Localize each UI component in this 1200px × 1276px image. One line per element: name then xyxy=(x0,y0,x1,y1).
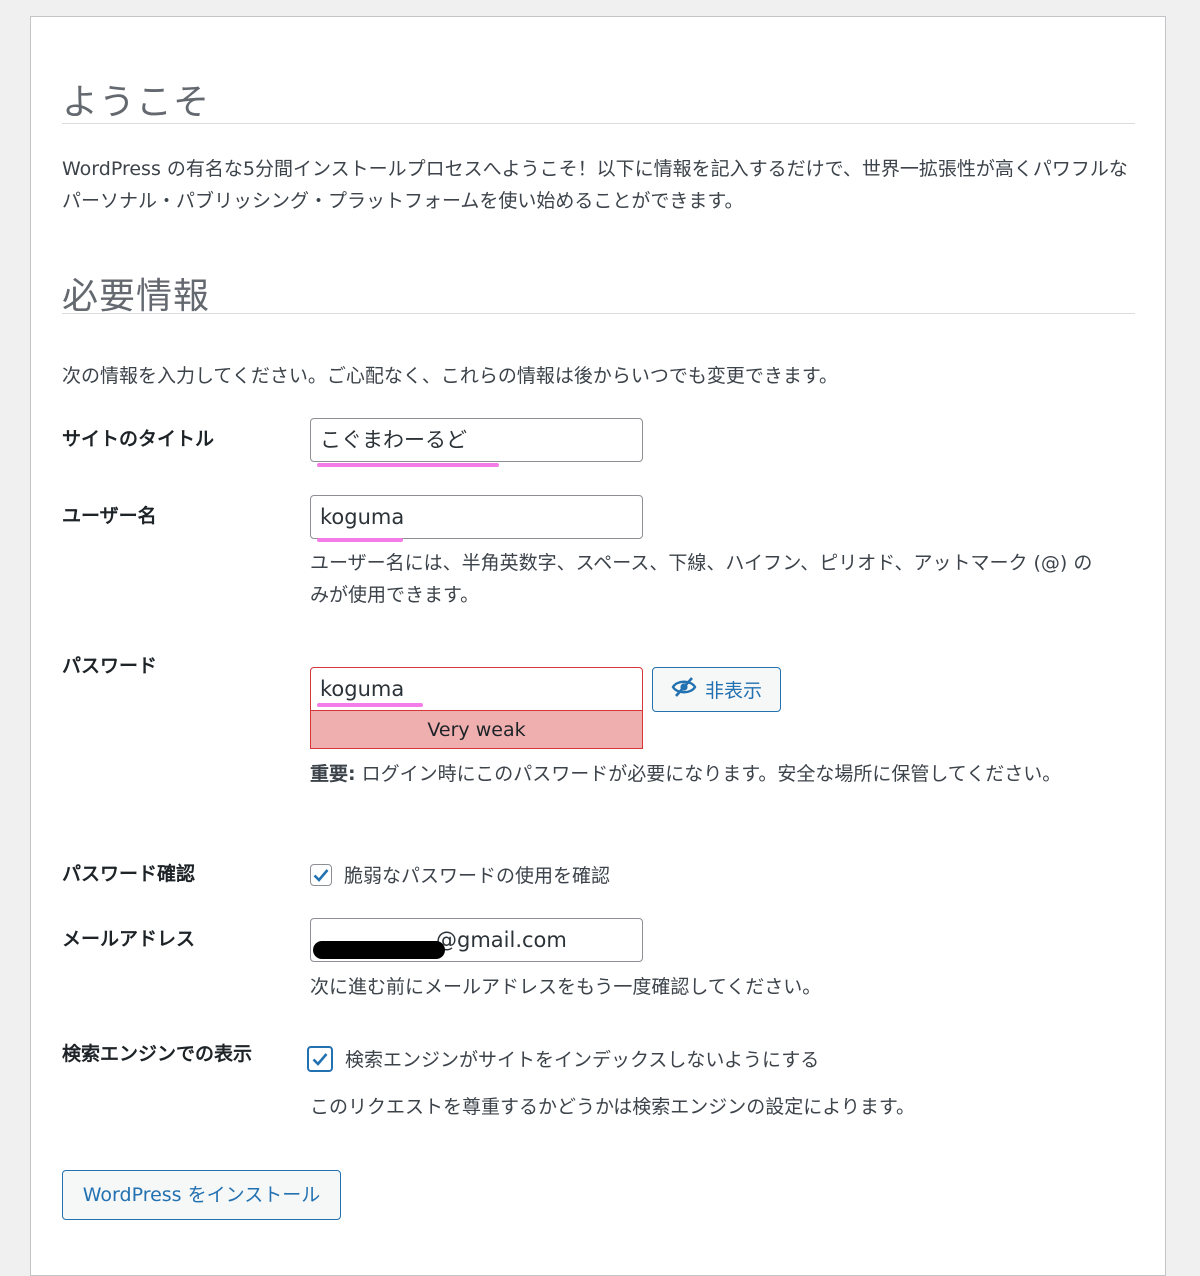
confirm-label: パスワード確認 xyxy=(62,863,196,885)
email-help: 次に進む前にメールアドレスをもう一度確認してください。 xyxy=(310,976,822,998)
install-panel: ようこそ WordPress の有名な5分間インストールプロセスへようこそ！以下… xyxy=(30,16,1166,1276)
highlight-underline xyxy=(317,703,423,707)
welcome-title: ようこそ xyxy=(62,82,211,123)
privacy-help: このリクエストを尊重するかどうかは検索エンジンの設定によります。 xyxy=(310,1096,915,1118)
hide-password-label: 非表示 xyxy=(704,680,762,702)
password-strength-meter: Very weak xyxy=(310,711,643,749)
divider xyxy=(62,123,1135,124)
highlight-underline xyxy=(317,463,499,467)
required-info-title: 必要情報 xyxy=(62,276,211,317)
confirm-weak-password-label: 脆弱なパスワードの使用を確認 xyxy=(344,865,611,887)
highlight-underline xyxy=(317,538,403,542)
search-engine-visibility-label: 検索エンジンがサイトをインデックスしないようにする xyxy=(345,1049,820,1071)
confirm-weak-password-checkbox[interactable] xyxy=(310,863,332,886)
confirm-weak-password-row[interactable]: 脆弱なパスワードの使用を確認 xyxy=(310,861,610,888)
site-title-input[interactable]: こぐまわーるど xyxy=(310,418,643,462)
email-label: メールアドレス xyxy=(62,928,196,950)
checkmark-icon xyxy=(312,1052,328,1066)
checkmark-icon xyxy=(313,868,329,882)
password-note-bold: 重要: xyxy=(310,763,356,785)
site-title-label: サイトのタイトル xyxy=(62,428,215,450)
required-info-lead: 次の情報を入力してください。ご心配なく、これらの情報は後からいつでも変更できます… xyxy=(62,365,838,387)
redaction-mark xyxy=(313,941,445,959)
password-note-text: ログイン時にこのパスワードが必要になります。安全な場所に保管してください。 xyxy=(355,763,1062,785)
welcome-intro: WordPress の有名な5分間インストールプロセスへようこそ！以下に情報を記… xyxy=(62,158,1128,212)
search-engine-visibility-row[interactable]: 検索エンジンがサイトをインデックスしないようにする xyxy=(307,1045,819,1072)
password-label: パスワード xyxy=(62,655,158,677)
privacy-label: 検索エンジンでの表示 xyxy=(62,1043,253,1065)
eye-slash-icon xyxy=(671,676,697,703)
install-wordpress-button[interactable]: WordPress をインストール xyxy=(62,1170,341,1220)
divider xyxy=(62,313,1135,314)
hide-password-button[interactable]: 非表示 xyxy=(652,667,781,712)
username-label: ユーザー名 xyxy=(62,505,157,527)
password-note: 重要: ログイン時にこのパスワードが必要になります。安全な場所に保管してください… xyxy=(310,758,1110,790)
username-help: ユーザー名には、半角英数字、スペース、下線、ハイフン、ピリオド、アットマーク (… xyxy=(310,552,1093,606)
username-input[interactable]: koguma xyxy=(310,495,643,539)
search-engine-visibility-checkbox[interactable] xyxy=(307,1045,333,1072)
